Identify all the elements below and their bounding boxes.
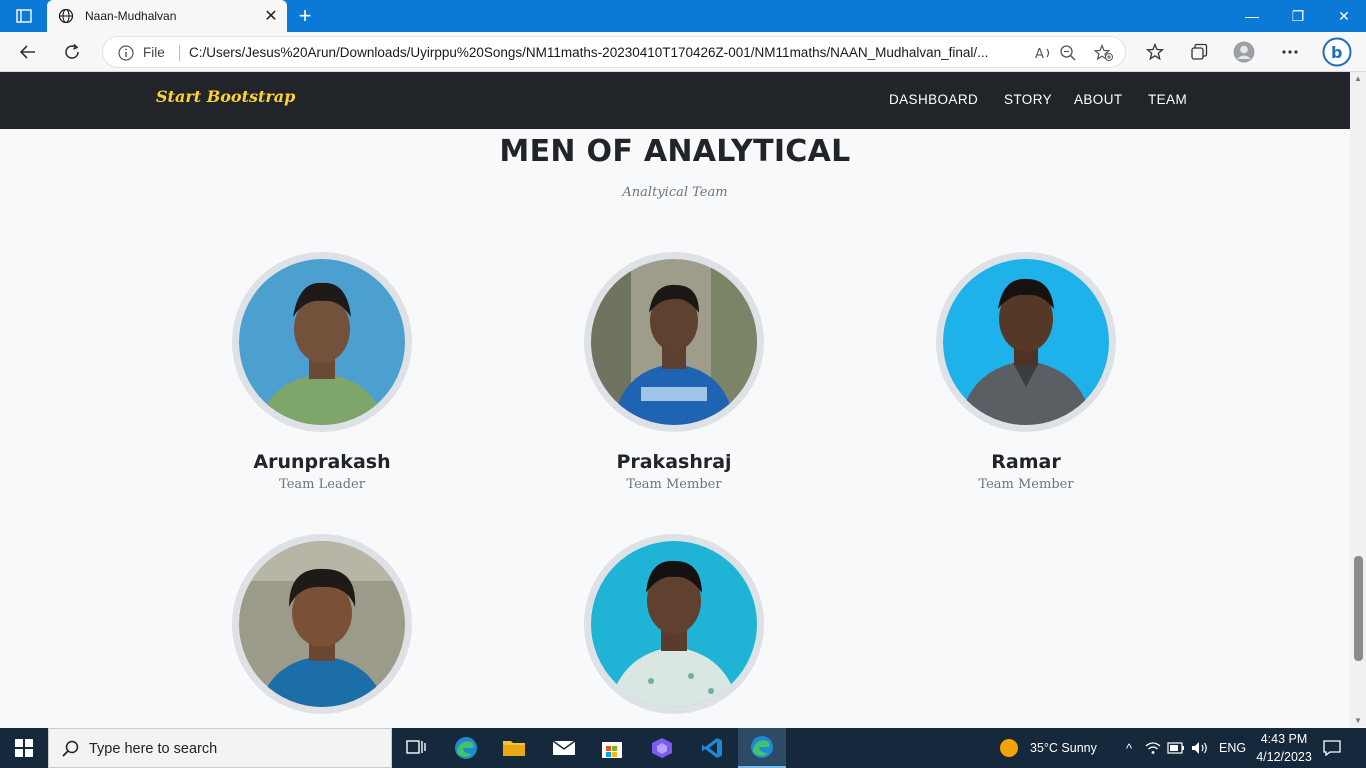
nav-about[interactable]: ABOUT (1074, 92, 1123, 107)
refresh-button[interactable] (57, 38, 87, 66)
search-placeholder: Type here to search (89, 741, 218, 757)
nav-team[interactable]: TEAM (1148, 92, 1187, 107)
nav-story[interactable]: STORY (1004, 92, 1052, 107)
browser-toolbar: File C:/Users/Jesus%20Arun/Downloads/Uyi… (0, 32, 1366, 72)
windows-taskbar: Type here to search 35°C Sunny ^ ENG 4:4… (0, 728, 1366, 768)
scroll-down-arrow-icon[interactable]: ▼ (1354, 716, 1362, 725)
site-navbar: Start Bootstrap DASHBOARD STORY ABOUT TE… (0, 72, 1350, 129)
team-member-card: Ramar Team Member (876, 252, 1176, 492)
favorites-icon[interactable] (1140, 38, 1170, 66)
file-explorer-icon[interactable] (490, 728, 538, 768)
team-member-card: Arunprakash Team Leader (172, 252, 472, 492)
back-button[interactable] (13, 38, 43, 66)
address-bar[interactable]: File C:/Users/Jesus%20Arun/Downloads/Uyi… (102, 36, 1126, 68)
scroll-up-arrow-icon[interactable]: ▲ (1354, 74, 1362, 83)
volume-icon[interactable] (1190, 738, 1210, 758)
url-text[interactable]: C:/Users/Jesus%20Arun/Downloads/Uyirppu%… (189, 45, 1029, 60)
language-indicator[interactable]: ENG (1219, 741, 1246, 755)
member-photo (584, 252, 764, 432)
more-menu-icon[interactable] (1275, 38, 1305, 66)
scroll-thumb[interactable] (1354, 556, 1363, 661)
browser-titlebar: Naan-Mudhalvan ✕ + — ❐ ✕ (0, 0, 1366, 32)
team-member-card (524, 534, 824, 727)
navbar-brand[interactable]: Start Bootstrap (156, 87, 295, 106)
team-member-card (172, 534, 472, 727)
nav-dashboard[interactable]: DASHBOARD (889, 92, 978, 107)
close-window-button[interactable]: ✕ (1321, 0, 1366, 32)
member-photo (232, 252, 412, 432)
task-view-icon[interactable] (392, 728, 440, 768)
member-name: Prakashraj (616, 451, 732, 473)
tab-title: Naan-Mudhalvan (85, 9, 177, 23)
battery-icon[interactable] (1166, 738, 1186, 758)
start-button[interactable] (0, 728, 48, 768)
member-photo (936, 252, 1116, 432)
profile-avatar[interactable] (1229, 38, 1259, 66)
bing-chat-icon[interactable]: b (1320, 36, 1354, 68)
globe-icon (57, 7, 75, 25)
add-favorite-icon[interactable] (1093, 43, 1115, 63)
new-tab-button[interactable]: + (292, 3, 318, 28)
tab-actions-icon[interactable] (10, 6, 38, 26)
wifi-icon[interactable] (1143, 738, 1163, 758)
page-scrollbar[interactable]: ▲ ▼ (1350, 72, 1366, 727)
member-role: Team Member (978, 477, 1074, 492)
info-icon[interactable] (117, 44, 135, 62)
close-tab-icon[interactable]: ✕ (259, 4, 283, 28)
notification-icon[interactable] (1322, 738, 1342, 758)
page-viewport: Start Bootstrap DASHBOARD STORY ABOUT TE… (0, 72, 1350, 727)
member-photo (584, 534, 764, 714)
read-aloud-icon[interactable]: A (1033, 43, 1055, 63)
search-icon (61, 739, 81, 759)
collections-icon[interactable] (1184, 38, 1214, 66)
edge-icon[interactable] (442, 728, 490, 768)
zoom-icon[interactable] (1057, 43, 1079, 63)
team-member-card: Prakashraj Team Member (524, 252, 824, 492)
weather-text[interactable]: 35°C Sunny (1030, 741, 1097, 755)
file-label: File (143, 45, 165, 60)
member-role: Team Member (626, 477, 722, 492)
taskbar-search-box[interactable]: Type here to search (48, 728, 392, 768)
chevron-up-icon[interactable]: ^ (1119, 738, 1139, 758)
mail-icon[interactable] (540, 728, 588, 768)
edge-active-icon[interactable] (738, 728, 786, 768)
weather-sun-icon[interactable] (999, 738, 1019, 758)
browser-tab[interactable]: Naan-Mudhalvan ✕ (47, 0, 287, 32)
svg-text:b: b (1331, 43, 1342, 62)
clock-date[interactable]: 4/12/2023 (1255, 750, 1313, 764)
power-automate-icon[interactable] (638, 728, 686, 768)
member-photo (232, 534, 412, 714)
member-name: Arunprakash (253, 451, 391, 473)
clock-time[interactable]: 4:43 PM (1260, 732, 1308, 746)
section-heading: MEN OF ANALYTICAL (499, 134, 851, 169)
vscode-icon[interactable] (688, 728, 736, 768)
restore-button[interactable]: ❐ (1275, 0, 1321, 32)
store-icon[interactable] (588, 728, 636, 768)
member-name: Ramar (991, 451, 1061, 473)
omnibox-divider (179, 45, 180, 61)
minimize-button[interactable]: — (1229, 0, 1275, 32)
member-role: Team Leader (279, 477, 365, 492)
svg-text:A: A (1035, 47, 1044, 61)
section-subheading: Analtyical Team (622, 185, 728, 200)
